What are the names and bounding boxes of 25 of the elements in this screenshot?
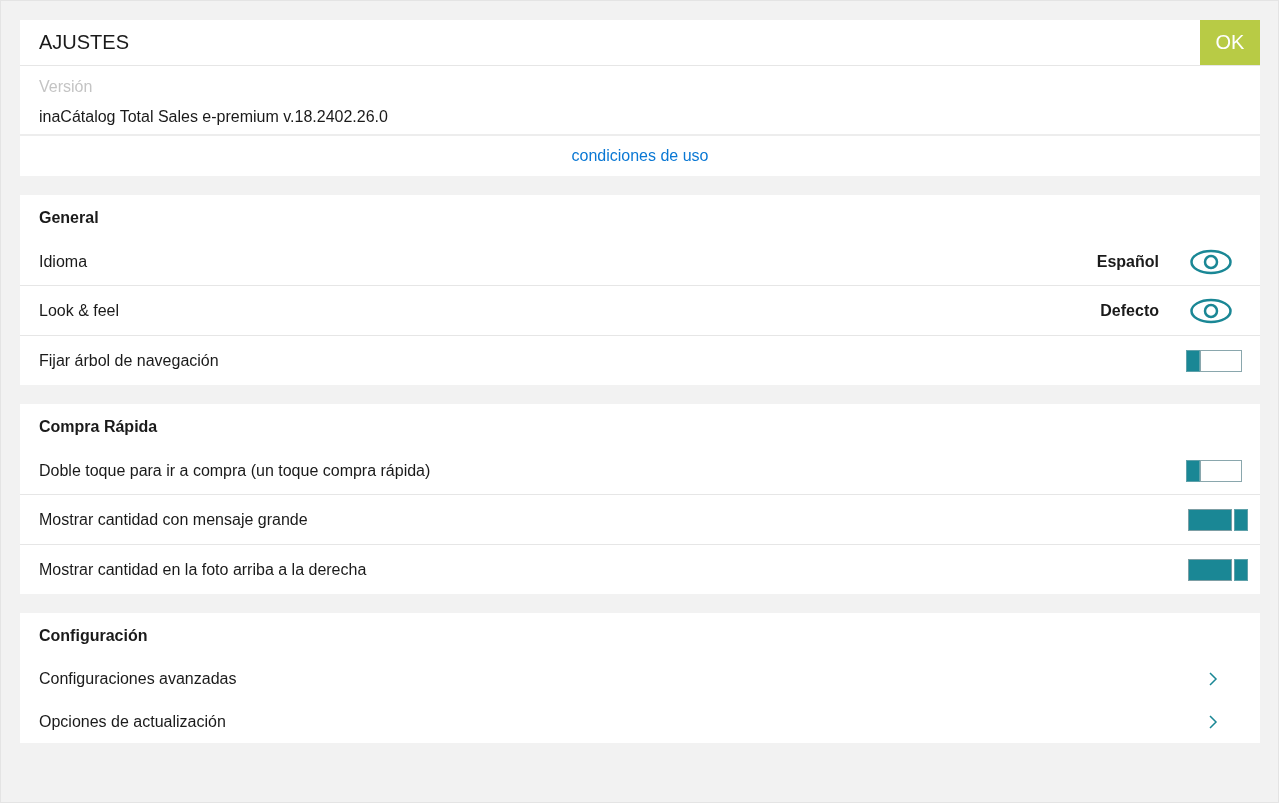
toggle-switch[interactable] <box>1186 460 1242 482</box>
version-text: inaCátalog Total Sales e-premium v.18.2402.26.0 <box>39 108 389 126</box>
setting-label: Look & feel <box>39 301 120 320</box>
section-title: Compra Rápida <box>38 417 159 437</box>
chevron-right-icon[interactable] <box>1208 714 1218 729</box>
section-title: General <box>38 208 100 228</box>
setting-label: Doble toque para ir a compra (un toque compra rápida) <box>39 462 431 480</box>
chevron-right-icon[interactable] <box>1208 671 1218 686</box>
toggle-switch[interactable] <box>1188 558 1248 581</box>
terms-link[interactable]: condiciones de uso <box>571 147 709 165</box>
section-title: Configuración <box>38 626 149 646</box>
setting-label: Fijar árbol de navegación <box>39 351 219 370</box>
setting-value: Defecto <box>1100 301 1159 320</box>
eye-icon[interactable] <box>1189 249 1233 275</box>
page-title: AJUSTES <box>38 31 130 54</box>
setting-label: Idioma <box>39 253 88 271</box>
version-label: Versión <box>39 78 94 96</box>
toggle-switch[interactable] <box>1188 508 1248 531</box>
setting-label: Mostrar cantidad en la foto arriba a la derecha <box>39 560 367 579</box>
setting-value: Español <box>1096 253 1159 271</box>
eye-icon[interactable] <box>1189 297 1233 324</box>
toggle-switch[interactable] <box>1186 349 1242 372</box>
setting-label: Opciones de actualización <box>39 712 226 731</box>
setting-label: Configuraciones avanzadas <box>39 669 237 688</box>
setting-label: Mostrar cantidad con mensaje grande <box>39 510 308 529</box>
